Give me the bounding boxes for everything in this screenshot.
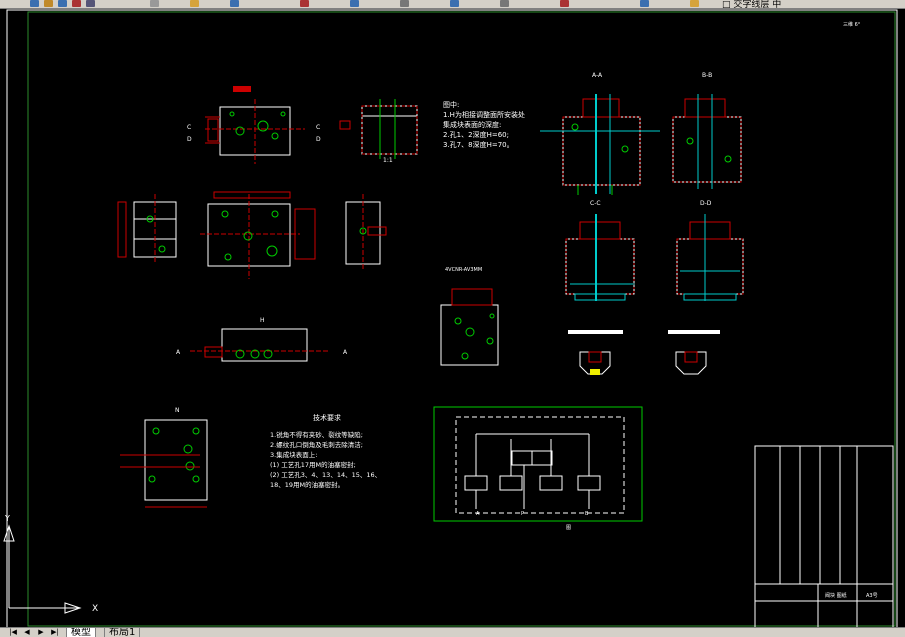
toolbar-icon-8[interactable] bbox=[230, 0, 239, 7]
notes-line-1: 1.H为相接调整面所安装处 bbox=[443, 110, 525, 119]
section-dd-label: D-D bbox=[700, 200, 712, 207]
view-h-letter: H bbox=[260, 317, 265, 324]
tech-line-5: (2) 工艺孔3、4、13、14、15、16、 bbox=[270, 471, 381, 479]
schematic-port-b: B bbox=[585, 511, 589, 517]
tab-prev-icon[interactable]: ◀ bbox=[22, 628, 32, 636]
hydraulic-schematic: A P B 图 bbox=[433, 406, 643, 531]
schematic-port-a: A bbox=[476, 511, 480, 517]
tab-next-icon[interactable]: ▶ bbox=[36, 628, 46, 636]
view-middle-right bbox=[345, 194, 387, 271]
drawing-canvas[interactable]: 三维 6° C D C D 1:1 图中: 1.H为相接调整面所安装处 集成块表… bbox=[0, 9, 905, 628]
toolbar-icon-11[interactable] bbox=[400, 0, 409, 7]
view-middle-left bbox=[117, 194, 177, 264]
section-aa-label: A-A bbox=[592, 72, 603, 79]
small-view-label: 4VCNR-AV3MM bbox=[445, 267, 482, 273]
tech-title: 技术要求 bbox=[313, 413, 341, 422]
toolbar-icon-12[interactable] bbox=[450, 0, 459, 7]
section-letter-d-left: D bbox=[187, 136, 192, 143]
view-section-1-1: 1:1 bbox=[339, 99, 418, 164]
view-a: A A H bbox=[176, 317, 348, 362]
section-letter-c-left: C bbox=[187, 124, 191, 131]
view-n: N bbox=[120, 407, 208, 508]
schematic-bottom-label: 图 bbox=[566, 525, 571, 531]
view-section-dd: D-D bbox=[676, 200, 744, 301]
toolbar-icon-4[interactable] bbox=[72, 0, 81, 7]
view-a-letter-left: A bbox=[176, 349, 181, 356]
section-bb-label: B-B bbox=[702, 72, 712, 79]
section-letter-c-right: C bbox=[316, 124, 320, 131]
toolbar-icon-1[interactable] bbox=[30, 0, 39, 7]
toolbar-icon-5[interactable] bbox=[86, 0, 95, 7]
toolbar-icon-6[interactable] bbox=[150, 0, 159, 7]
tech-line-6: 18、19用M的油塞密封。 bbox=[270, 480, 344, 489]
view-a-letter-right: A bbox=[343, 349, 348, 356]
toolbar-icon-16[interactable] bbox=[690, 0, 699, 7]
corner-mark: 三维 6° bbox=[843, 21, 861, 28]
section-cc-label: C-C bbox=[590, 200, 601, 207]
toolbar-icon-9[interactable] bbox=[300, 0, 309, 7]
tech-requirements: 技术要求 1.锐角不得有夹砂、裂纹等缺陷; 2.螺纹孔口倒角及毛刺去除清洁; 3… bbox=[270, 413, 381, 489]
parts-list-title-block: 阀块 图纸 A3号 bbox=[754, 445, 894, 628]
toolbar-icon-10[interactable] bbox=[350, 0, 359, 7]
tech-line-2: 2.螺纹孔口倒角及毛刺去除清洁; bbox=[270, 440, 363, 449]
scale-label: 1:1 bbox=[383, 157, 393, 164]
title-block-code: A3号 bbox=[866, 593, 878, 599]
schematic-port-p: P bbox=[521, 511, 524, 517]
toolbar-icon-2[interactable] bbox=[44, 0, 53, 7]
toolbar-icon-7[interactable] bbox=[190, 0, 199, 7]
view-top-left: C D C D bbox=[187, 86, 321, 164]
ucs-y-label: Y bbox=[4, 514, 10, 523]
notes-line-4: 3.孔7、8深度H=70。 bbox=[443, 140, 514, 149]
section-letter-d-right: D bbox=[316, 136, 321, 143]
cad-drawing: 三维 6° C D C D 1:1 图中: 1.H为相接调整面所安装处 集成块表… bbox=[3, 9, 898, 628]
view-detail-left bbox=[568, 330, 623, 375]
toolbar: □ 交字线层 中 bbox=[0, 0, 905, 9]
view-n-letter: N bbox=[175, 407, 180, 414]
view-detail-right bbox=[668, 330, 720, 375]
toolbar-icon-13[interactable] bbox=[500, 0, 509, 7]
view-section-aa: A-A bbox=[540, 72, 660, 195]
ucs-icon: Y X bbox=[3, 514, 98, 614]
view-section-cc: C-C bbox=[565, 200, 635, 301]
view-small-block: 4VCNR-AV3MM bbox=[440, 267, 499, 366]
toolbar-icon-14[interactable] bbox=[560, 0, 569, 7]
toolbar-icon-15[interactable] bbox=[640, 0, 649, 7]
tech-line-3: 3.集成块表面上: bbox=[270, 450, 317, 459]
ucs-x-label: X bbox=[92, 604, 98, 614]
notes-line-3: 2.孔1、2深度H=60; bbox=[443, 130, 509, 139]
toolbar-layer-label: □ 交字线层 中 bbox=[722, 0, 782, 9]
tech-line-4: (1) 工艺孔17用M的油塞密封; bbox=[270, 460, 356, 469]
notes-title: 图中: bbox=[443, 100, 459, 109]
tech-line-1: 1.锐角不得有夹砂、裂纹等缺陷; bbox=[270, 430, 363, 439]
view-middle-center bbox=[200, 191, 316, 279]
tab-first-icon[interactable]: |◀ bbox=[8, 628, 18, 636]
notes-block: 图中: 1.H为相接调整面所安装处 集成块表面的深度: 2.孔1、2深度H=60… bbox=[443, 100, 525, 149]
sheet-inner-frame bbox=[27, 11, 896, 627]
notes-line-2: 集成块表面的深度: bbox=[443, 120, 501, 129]
tab-last-icon[interactable]: ▶| bbox=[50, 628, 60, 636]
view-section-bb: B-B bbox=[672, 72, 742, 189]
toolbar-icon-3[interactable] bbox=[58, 0, 67, 7]
title-block-name: 阀块 图纸 bbox=[825, 592, 847, 599]
